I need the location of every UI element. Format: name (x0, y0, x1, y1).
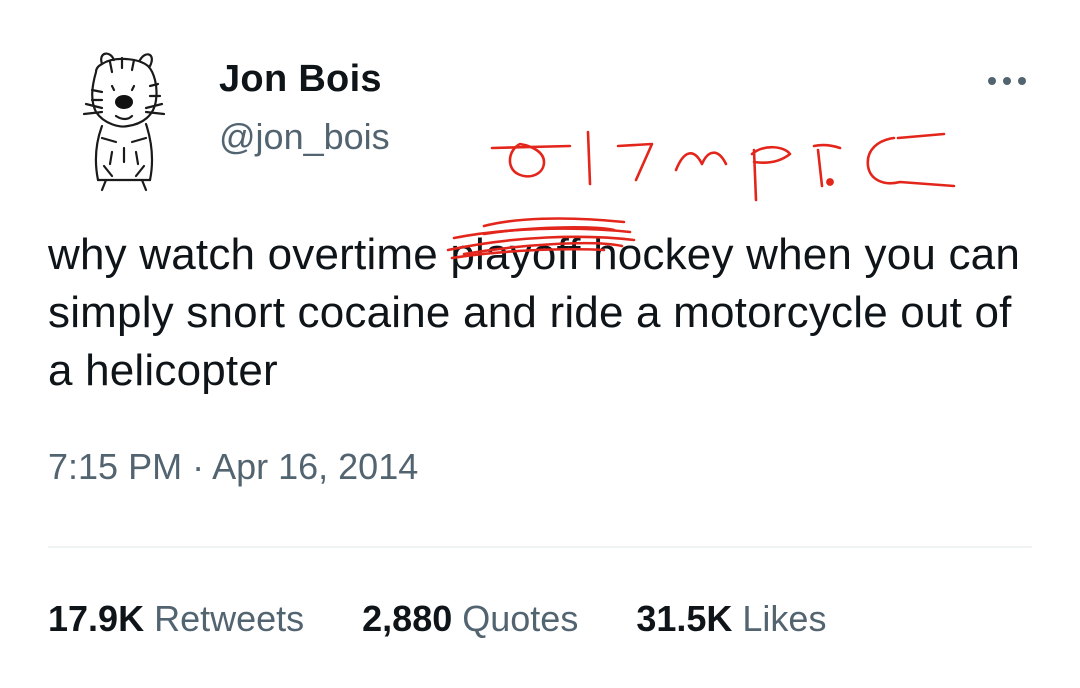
timestamp-separator: · (182, 446, 213, 487)
engagement-stats: 17.9K Retweets 2,880 Quotes 31.5K Likes (48, 598, 826, 640)
retweets-stat[interactable]: 17.9K Retweets (48, 598, 304, 640)
struck-word: playoff (447, 217, 636, 284)
hobbes-drawing-avatar-icon (82, 52, 166, 192)
author-handle[interactable]: @jon_bois (219, 116, 390, 158)
divider (48, 546, 1032, 548)
handwritten-annotation (480, 110, 1040, 220)
quotes-stat[interactable]: 2,880 Quotes (362, 598, 578, 640)
retweets-label: Retweets (154, 598, 305, 639)
likes-count: 31.5K (636, 598, 733, 639)
handwritten-olympic-scribble (490, 130, 956, 202)
more-options-button[interactable] (984, 66, 1030, 96)
quotes-count: 2,880 (362, 598, 453, 639)
avatar[interactable] (62, 42, 190, 192)
author-name[interactable]: Jon Bois (219, 58, 382, 101)
struck-word-text: playoff (450, 230, 581, 279)
timestamp-time-link[interactable]: 7:15 PM (48, 446, 182, 487)
likes-stat[interactable]: 31.5K Likes (636, 598, 826, 640)
tweet-text-before: why watch overtime (48, 230, 451, 279)
more-dots-icon (988, 77, 1026, 85)
tweet-text: why watch overtime playoff hockey when y… (48, 217, 1038, 400)
retweets-count: 17.9K (48, 598, 145, 639)
tweet-timestamp: 7:15 PM · Apr 16, 2014 (48, 446, 418, 488)
likes-label: Likes (742, 598, 827, 639)
quotes-label: Quotes (462, 598, 579, 639)
timestamp-date-link[interactable]: Apr 16, 2014 (212, 446, 418, 487)
